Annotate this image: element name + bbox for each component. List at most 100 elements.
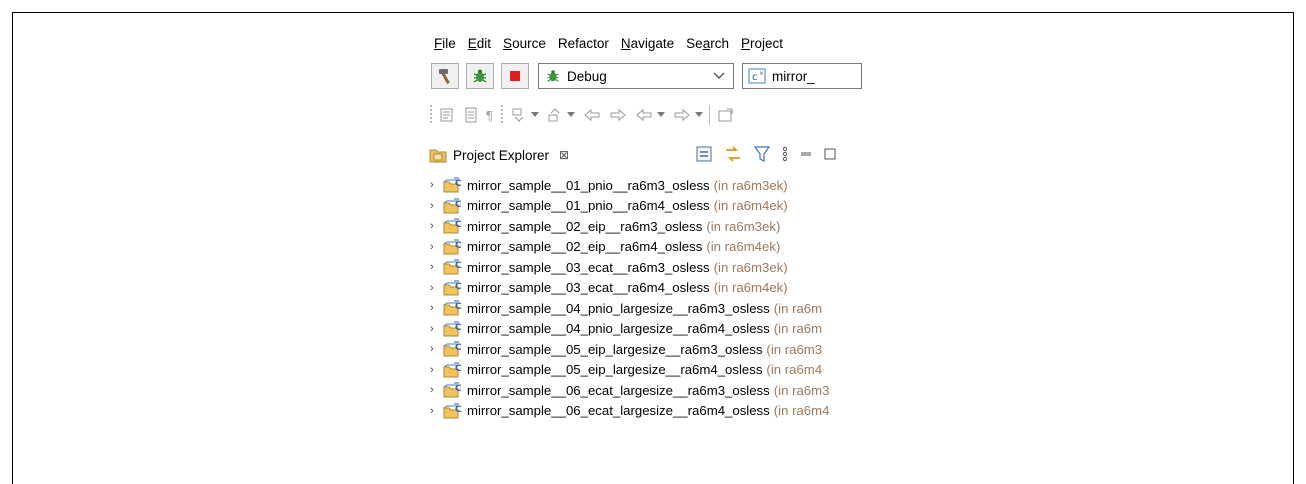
eclipse-window: File Edit Source Refactor Navigate Searc… bbox=[427, 29, 887, 472]
project-context: (in ra6m4ek) bbox=[713, 280, 788, 296]
expand-arrow-icon[interactable]: › bbox=[430, 405, 440, 417]
expand-arrow-icon[interactable]: › bbox=[430, 282, 440, 294]
c-project-folder-icon: C bbox=[443, 403, 462, 419]
project-name: mirror_sample__01_pnio__ra6m3_osless bbox=[467, 177, 710, 193]
forward-edit-button[interactable] bbox=[609, 108, 627, 122]
hammer-icon bbox=[439, 69, 450, 84]
menu-edit[interactable]: Edit bbox=[461, 36, 496, 51]
secondary-toolbar: ¶ bbox=[427, 101, 887, 129]
filter-icon[interactable] bbox=[753, 145, 771, 163]
minimize-icon[interactable] bbox=[799, 145, 813, 163]
expand-arrow-icon[interactable]: › bbox=[430, 364, 440, 376]
expand-arrow-icon[interactable]: › bbox=[430, 261, 440, 273]
last-edit-location-button[interactable] bbox=[583, 108, 601, 122]
pilcrow-icon: ¶ bbox=[486, 107, 493, 123]
tree-item[interactable]: › C mirror_sample__03_ecat__ra6m4_osless… bbox=[427, 278, 887, 299]
c-project-folder-icon: C bbox=[443, 198, 462, 214]
stop-icon bbox=[510, 71, 520, 81]
project-context: (in ra6m bbox=[773, 300, 823, 316]
dropdown-arrow-icon bbox=[566, 112, 575, 117]
back-arrow-icon bbox=[584, 108, 600, 122]
project-explorer-tab[interactable]: Project Explorer ⊠ bbox=[427, 141, 887, 169]
dropdown-arrow-icon bbox=[694, 112, 703, 117]
previous-annotation-icon bbox=[548, 108, 560, 122]
project-name: mirror_sample__03_ecat__ra6m3_osless bbox=[467, 259, 710, 275]
menu-refactor[interactable]: Refactor bbox=[551, 36, 614, 51]
expand-arrow-icon[interactable]: › bbox=[430, 179, 440, 191]
tree-item[interactable]: › C mirror_sample__03_ecat__ra6m3_osless… bbox=[427, 257, 887, 278]
expand-arrow-icon[interactable]: › bbox=[430, 200, 440, 212]
project-context: (in ra6m4ek) bbox=[706, 239, 781, 255]
svg-text:C: C bbox=[455, 220, 462, 230]
maximize-icon[interactable] bbox=[823, 145, 837, 163]
c-project-folder-icon: C bbox=[443, 300, 462, 316]
next-annotation-button[interactable] bbox=[511, 107, 539, 123]
tree-item[interactable]: › C mirror_sample__01_pnio__ra6m3_osless… bbox=[427, 175, 887, 196]
svg-text:C: C bbox=[455, 261, 462, 271]
menu-navigate[interactable]: Navigate bbox=[614, 36, 679, 51]
view-menu-icon[interactable] bbox=[781, 145, 789, 163]
expand-arrow-icon[interactable]: › bbox=[430, 384, 440, 396]
project-explorer-icon bbox=[429, 149, 447, 163]
project-name: mirror_sample__03_ecat__ra6m4_osless bbox=[467, 280, 710, 296]
stop-button[interactable] bbox=[501, 63, 529, 89]
menu-project[interactable]: Project bbox=[734, 36, 788, 51]
expand-arrow-icon[interactable]: › bbox=[430, 241, 440, 253]
pin-editor-button[interactable] bbox=[718, 107, 734, 123]
expand-arrow-icon[interactable]: › bbox=[430, 302, 440, 314]
forward-button[interactable] bbox=[673, 108, 703, 122]
project-context: (in ra6m4ek) bbox=[713, 198, 788, 214]
svg-text:C: C bbox=[455, 241, 462, 251]
collapse-all-icon[interactable] bbox=[695, 145, 713, 163]
project-context: (in ra6m3ek) bbox=[706, 218, 781, 234]
pilcrow-button[interactable]: ¶ bbox=[486, 108, 493, 123]
toolbar-grip bbox=[430, 105, 432, 125]
project-context: (in ra6m3 bbox=[773, 382, 830, 398]
project-context: (in ra6m4 bbox=[766, 362, 823, 378]
project-name: mirror_sample__04_pnio_largesize__ra6m4_… bbox=[467, 321, 770, 337]
pin-editor-icon bbox=[718, 108, 733, 122]
tree-item[interactable]: › C mirror_sample__06_ecat_largesize__ra… bbox=[427, 401, 887, 422]
tree-item[interactable]: › C mirror_sample__04_pnio_largesize__ra… bbox=[427, 319, 887, 340]
menu-file[interactable]: File bbox=[427, 36, 461, 51]
svg-text:C: C bbox=[455, 179, 462, 189]
next-annotation-icon bbox=[512, 108, 524, 122]
project-name: mirror_sample__04_pnio_largesize__ra6m3_… bbox=[467, 300, 770, 316]
tree-item[interactable]: › C mirror_sample__01_pnio__ra6m4_osless… bbox=[427, 196, 887, 217]
svg-text:c: c bbox=[752, 72, 758, 83]
c-project-folder-icon: C bbox=[443, 321, 462, 337]
tree-item[interactable]: › C mirror_sample__02_eip__ra6m4_osless … bbox=[427, 237, 887, 258]
toolbar-grip bbox=[500, 105, 503, 125]
launch-target-select[interactable]: c × mirror_ bbox=[742, 63, 862, 89]
close-icon[interactable]: ⊠ bbox=[559, 148, 569, 162]
expand-arrow-icon[interactable]: › bbox=[430, 343, 440, 355]
expand-arrow-icon[interactable]: › bbox=[430, 220, 440, 232]
previous-annotation-button[interactable] bbox=[547, 107, 575, 123]
build-configuration-select[interactable]: Debug bbox=[538, 63, 734, 89]
back-button[interactable] bbox=[635, 108, 665, 122]
menu-search[interactable]: Search bbox=[679, 36, 734, 51]
tree-item[interactable]: › C mirror_sample__05_eip_largesize__ra6… bbox=[427, 339, 887, 360]
svg-text:C: C bbox=[455, 200, 462, 210]
tree-item[interactable]: › C mirror_sample__04_pnio_largesize__ra… bbox=[427, 298, 887, 319]
tree-item[interactable]: › C mirror_sample__05_eip_largesize__ra6… bbox=[427, 360, 887, 381]
tree-item[interactable]: › C mirror_sample__02_eip__ra6m3_osless … bbox=[427, 216, 887, 237]
document-icon bbox=[465, 107, 477, 123]
build-button[interactable] bbox=[431, 63, 459, 89]
link-with-editor-icon[interactable] bbox=[723, 145, 743, 163]
c-project-folder-icon: C bbox=[443, 362, 462, 378]
block-selection-icon bbox=[440, 108, 453, 122]
project-name: mirror_sample__01_pnio__ra6m4_osless bbox=[467, 198, 710, 214]
menu-source[interactable]: Source bbox=[496, 36, 551, 51]
show-whitespace-toggle[interactable] bbox=[464, 107, 478, 123]
project-context: (in ra6m3 bbox=[766, 341, 823, 357]
forward-arrow-icon bbox=[610, 108, 626, 122]
svg-text:C: C bbox=[455, 323, 462, 333]
toggle-block-selection-button[interactable] bbox=[440, 107, 456, 123]
expand-arrow-icon[interactable]: › bbox=[430, 323, 440, 335]
dropdown-arrow-icon bbox=[656, 112, 665, 117]
tree-item[interactable]: › C mirror_sample__06_ecat_largesize__ra… bbox=[427, 380, 887, 401]
debug-button[interactable] bbox=[466, 63, 494, 89]
c-project-folder-icon: C bbox=[443, 239, 462, 255]
c-project-folder-icon: C bbox=[443, 218, 462, 234]
